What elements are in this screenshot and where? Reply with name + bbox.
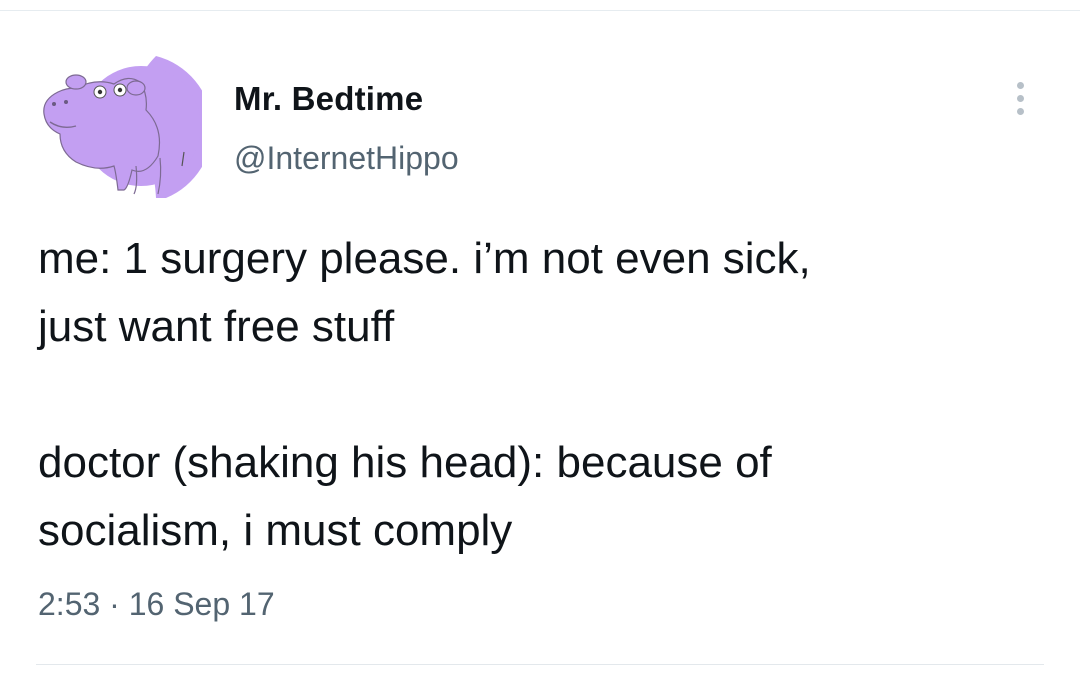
more-vertical-icon bbox=[1016, 81, 1024, 89]
hippo-avatar-icon bbox=[36, 48, 202, 198]
meta-separator: · bbox=[109, 586, 129, 622]
avatar[interactable] bbox=[36, 48, 202, 198]
tweet-time[interactable]: 2:53 bbox=[38, 586, 100, 622]
more-vertical-icon bbox=[1016, 107, 1024, 115]
more-vertical-icon bbox=[1016, 94, 1024, 102]
tweet-text: me: 1 surgery please. i’m not even sick,… bbox=[38, 234, 811, 555]
tweet-date[interactable]: 16 Sep 17 bbox=[129, 586, 275, 622]
user-handle[interactable]: @InternetHippo bbox=[234, 140, 459, 177]
tweet-meta: 2:53 · 16 Sep 17 bbox=[38, 586, 275, 623]
more-options-button[interactable] bbox=[1000, 74, 1040, 122]
tweet: Mr. Bedtime @InternetHippo me: 1 surgery… bbox=[0, 0, 1080, 697]
display-name[interactable]: Mr. Bedtime bbox=[234, 80, 423, 118]
bottom-divider bbox=[36, 664, 1044, 665]
